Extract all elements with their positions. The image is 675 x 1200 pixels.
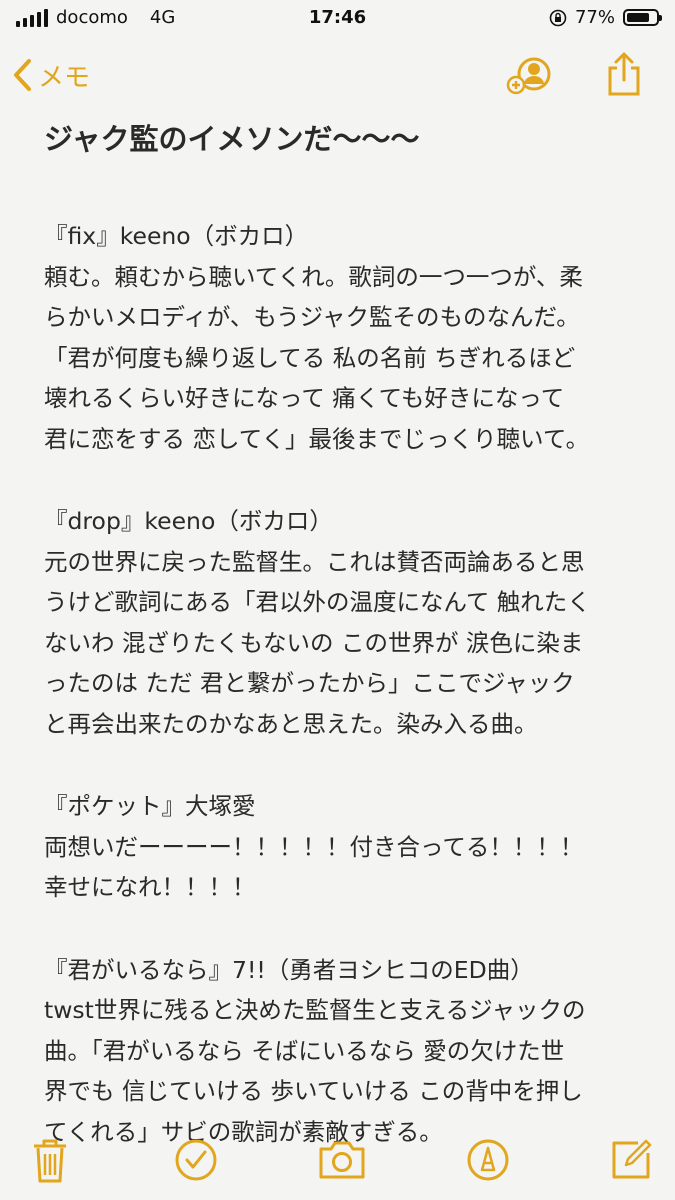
back-button[interactable]: メモ	[12, 50, 90, 100]
paragraph-line: 両想いだーーーー！！！！！付き合ってる！！！！	[44, 832, 584, 861]
paragraph-line: 界でも 信じていける 歩いていける この背中を押し	[44, 1077, 583, 1105]
paragraph-line: twst世界に残ると決めた監督生と支えるジャックの	[44, 996, 586, 1024]
checklist-icon[interactable]	[173, 1137, 219, 1183]
paragraph-line: 壊れるくらい好きになって 痛くても好きになって	[44, 384, 565, 412]
song-section: 『ポケット』大塚愛 両想いだーーーー！！！！！付き合ってる！！！！ 幸せになれ！…	[44, 786, 644, 908]
note-body[interactable]: ジャク監のイメソンだ〜〜〜 『fix』keeno（ボカロ） 頼む。頼むから聴いて…	[44, 115, 644, 1194]
back-label: メモ	[38, 62, 91, 93]
song-title: 『fix』keeno（ボカロ）	[44, 222, 309, 250]
markup-icon[interactable]	[465, 1137, 511, 1183]
note-title: ジャク監のイメソンだ〜〜〜	[44, 122, 420, 156]
status-bar: docomo 4G 17:46 77%	[0, 0, 675, 40]
bottom-toolbar	[0, 1125, 675, 1195]
song-title: 『君がいるなら』7!!（勇者ヨシヒコのED曲）	[44, 955, 534, 984]
song-title: 『drop』keeno（ボカロ）	[44, 507, 333, 535]
nav-bar: メモ	[0, 50, 675, 106]
paragraph-line: 幸せになれ！！！！	[44, 873, 256, 901]
share-icon[interactable]	[604, 50, 644, 98]
paragraph-line: うけど歌詞にある「君以外の温度になんて 触れたく	[44, 588, 591, 616]
trash-icon[interactable]	[30, 1137, 70, 1185]
song-title: 『ポケット』大塚愛	[44, 792, 256, 820]
compose-icon[interactable]	[608, 1137, 654, 1183]
status-right: 77%	[549, 7, 662, 28]
paragraph-line: 君に恋をする 恋してく」最後までじっくり聴いて。	[44, 424, 590, 453]
camera-icon[interactable]	[316, 1139, 368, 1181]
paragraph-line: 元の世界に戻った監督生。これは賛否両論あると思	[44, 547, 585, 576]
chevron-left-icon	[14, 59, 31, 91]
paragraph-line: と再会出来たのかなあと思えた。染み入る曲。	[44, 709, 538, 738]
paragraph-line: らかいメロディが、もうジャク監そのものなんだ。	[44, 303, 580, 331]
paragraph-line: 頼む。頼むから聴いてくれ。歌詞の一つ一つが、柔	[44, 262, 583, 291]
orientation-lock-icon	[549, 9, 567, 26]
battery-fill	[627, 13, 649, 22]
song-section: 『君がいるなら』7!!（勇者ヨシヒコのED曲） twst世界に残ると決めた監督生…	[44, 950, 644, 1153]
paragraph-line: ったのは ただ 君と繋がったから」ここでジャック	[44, 669, 575, 697]
battery-icon	[623, 9, 662, 26]
paragraph-line: 「君が何度も繰り返してる 私の名前 ちぎれるほど	[44, 343, 576, 372]
song-section: 『fix』keeno（ボカロ） 頼む。頼むから聴いてくれ。歌詞の一つ一つが、柔 …	[44, 216, 644, 459]
battery-percent: 77%	[574, 7, 615, 28]
add-person-icon[interactable]	[504, 54, 556, 96]
song-section: 『drop』keeno（ボカロ） 元の世界に戻った監督生。これは賛否両論あると思…	[44, 501, 644, 744]
paragraph-line: ないわ 混ざりたくもないの この世界が 涙色に染ま	[44, 628, 584, 657]
paragraph-line: 曲。「君がいるなら そばにいるなら 愛の欠けた世	[44, 1036, 565, 1065]
